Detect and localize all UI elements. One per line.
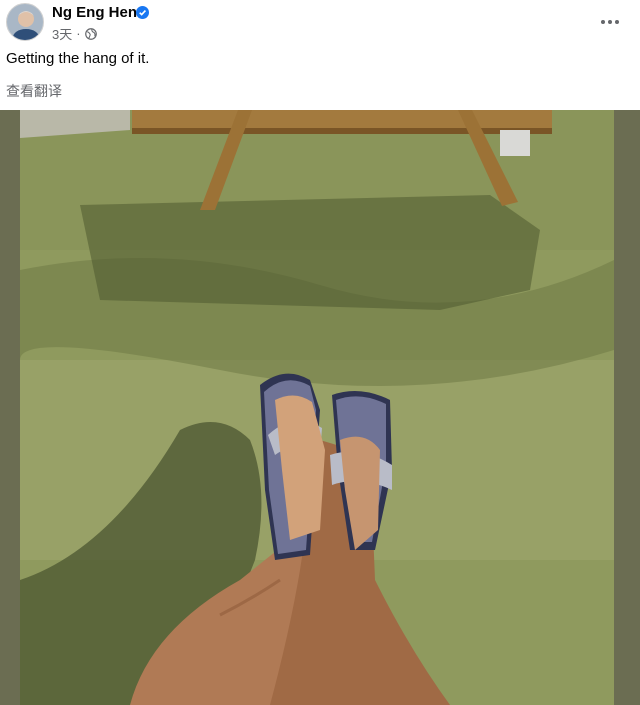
meta-separator: · — [76, 26, 81, 41]
verified-badge-icon — [136, 6, 149, 19]
post-header: Ng Eng Hen 3天 · — [0, 0, 640, 46]
avatar-photo — [7, 4, 43, 40]
globe-icon — [84, 27, 97, 40]
more-options-icon[interactable] — [596, 10, 624, 34]
post-text: Getting the hang of it. — [6, 50, 150, 67]
post-photo[interactable] — [20, 110, 614, 705]
author-name[interactable]: Ng Eng Hen — [52, 4, 137, 21]
post-timestamp[interactable]: 3天 — [52, 24, 72, 43]
avatar[interactable] — [6, 3, 44, 41]
photo-sandals-on-grass — [20, 110, 614, 705]
photo-container[interactable] — [0, 110, 640, 705]
see-translation-link[interactable]: 查看翻译 — [6, 81, 62, 101]
post-meta: 3天 · — [52, 24, 97, 43]
